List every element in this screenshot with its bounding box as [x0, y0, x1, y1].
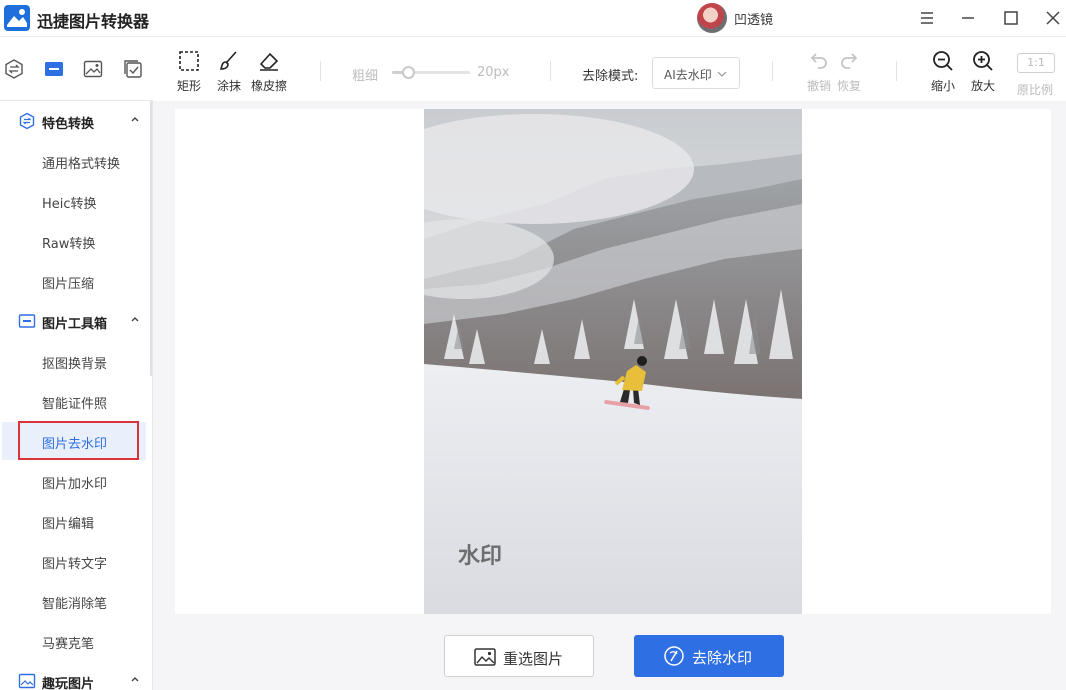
- zoom-out-icon: [933, 51, 953, 71]
- brush-size-label: 粗细: [352, 69, 379, 84]
- sidebar-item-label: Raw转换: [42, 237, 96, 252]
- image-reselect-icon: [474, 648, 496, 666]
- section-special-convert[interactable]: 特色转换: [0, 101, 150, 141]
- chevron-up-icon: [131, 317, 139, 322]
- toolbox-icon: [18, 314, 36, 328]
- brush-size-value: 20px: [477, 65, 510, 80]
- toolbar: 矩形 涂抹 橡皮擦 粗细 20px 去除模式: AI去水印 撤销 恢复 缩小 放…: [153, 37, 1066, 101]
- zoom-in-icon: [973, 51, 993, 71]
- redo-icon: [841, 53, 858, 69]
- maximize-icon[interactable]: [999, 6, 1023, 30]
- sidebar-item-image-to-text[interactable]: 图片转文字: [0, 541, 150, 581]
- section-label: 趣玩图片: [42, 677, 95, 690]
- sidebar-item-remove-watermark[interactable]: 图片去水印: [0, 421, 150, 461]
- watermark-text: 水印: [458, 544, 503, 569]
- sidebar-item-mosaic[interactable]: 马赛克笔: [0, 621, 150, 661]
- zoom-in-label: 放大: [970, 79, 995, 93]
- sidebar-item-label: 抠图换背景: [42, 357, 108, 372]
- tool-eraser[interactable]: 橡皮擦: [249, 49, 289, 97]
- sidebar-item-label: 图片转文字: [42, 557, 108, 572]
- sidebar-item-label: 图片加水印: [42, 477, 108, 492]
- chevron-up-icon: [131, 677, 139, 682]
- sidebar-item-label: 通用格式转换: [42, 157, 121, 172]
- tool-label: 涂抹: [216, 79, 241, 93]
- zoom-out-label: 缩小: [930, 79, 955, 93]
- sidebar-item-image-edit[interactable]: 图片编辑: [0, 501, 150, 541]
- remove-watermark-button[interactable]: 去除水印: [634, 635, 784, 677]
- brush-icon: [219, 51, 237, 70]
- redo-button[interactable]: 恢复: [829, 49, 869, 97]
- minimize-icon[interactable]: [956, 6, 980, 30]
- convert-icon[interactable]: [3, 58, 25, 80]
- sidebar-item-label: 智能证件照: [42, 397, 108, 412]
- remove-watermark-icon: [664, 646, 684, 666]
- zoom-out-button[interactable]: 缩小: [923, 49, 963, 97]
- sidebar-item-label: 图片编辑: [42, 517, 95, 532]
- tool-brush[interactable]: 涂抹: [209, 49, 249, 97]
- undo-icon: [810, 53, 827, 69]
- toolbox-icon[interactable]: [43, 58, 65, 80]
- avatar[interactable]: [697, 3, 727, 33]
- chevron-up-icon: [131, 117, 139, 122]
- title-bar: 迅捷图片转换器 凹透镜: [0, 0, 1066, 37]
- tool-label: 橡皮擦: [250, 79, 287, 93]
- app-logo: [4, 5, 30, 31]
- original-ratio-label[interactable]: 原比例: [1017, 81, 1053, 98]
- app-title: 迅捷图片转换器: [37, 12, 150, 31]
- sidebar-item-add-watermark[interactable]: 图片加水印: [0, 461, 150, 501]
- sidebar-item-smart-eraser[interactable]: 智能消除笔: [0, 581, 150, 621]
- reselect-image-button[interactable]: 重选图片: [444, 635, 594, 677]
- toolbar-divider: [772, 61, 773, 81]
- sidebar-icon-row: [0, 37, 153, 101]
- sidebar-item-cutout[interactable]: 抠图换背景: [0, 341, 150, 381]
- close-icon[interactable]: [1041, 6, 1065, 30]
- mode-value: AI去水印: [664, 68, 712, 82]
- mode-label: 去除模式:: [582, 69, 639, 84]
- sidebar-item-label: 马赛克笔: [42, 637, 95, 652]
- redo-label: 恢复: [836, 79, 861, 93]
- menu-icon[interactable]: [915, 6, 939, 30]
- check-icon[interactable]: [122, 58, 144, 80]
- reselect-label: 重选图片: [503, 650, 564, 668]
- tool-rectangle[interactable]: 矩形: [169, 49, 209, 97]
- sidebar-item-id-photo[interactable]: 智能证件照: [0, 381, 150, 421]
- image-icon: [18, 673, 36, 689]
- zoom-in-button[interactable]: 放大: [963, 49, 1003, 97]
- section-image-toolbox[interactable]: 图片工具箱: [0, 301, 150, 341]
- image-icon[interactable]: [82, 58, 104, 80]
- section-label: 图片工具箱: [42, 317, 108, 332]
- toolbar-divider: [550, 61, 551, 81]
- original-ratio-icon[interactable]: 1:1: [1017, 53, 1055, 73]
- toolbar-divider: [320, 61, 321, 81]
- tool-label: 矩形: [176, 79, 201, 93]
- sidebar-item-general-format[interactable]: 通用格式转换: [0, 141, 150, 181]
- eraser-icon: [259, 52, 279, 71]
- mode-select[interactable]: AI去水印: [652, 57, 740, 89]
- sidebar-item-label: Heic转换: [42, 197, 97, 212]
- sidebar-item-label: 图片去水印: [42, 437, 108, 452]
- sidebar-item-heic[interactable]: Heic转换: [0, 181, 150, 221]
- slider-thumb[interactable]: [402, 66, 415, 79]
- remove-watermark-label: 去除水印: [692, 649, 753, 667]
- sidebar-item-raw[interactable]: Raw转换: [0, 221, 150, 261]
- brush-size-slider[interactable]: [392, 66, 470, 79]
- convert-icon: [19, 112, 35, 130]
- rectangle-select-icon: [179, 51, 199, 71]
- sidebar: 特色转换 通用格式转换 Heic转换 Raw转换 图片压缩 图片工具箱 抠图换背…: [0, 101, 153, 690]
- toolbar-divider: [896, 61, 897, 81]
- username[interactable]: 凹透镜: [734, 9, 773, 28]
- chevron-down-icon: [717, 71, 727, 77]
- sidebar-item-label: 图片压缩: [42, 277, 95, 292]
- section-label: 特色转换: [42, 117, 95, 132]
- sidebar-item-compress[interactable]: 图片压缩: [0, 261, 150, 301]
- section-fun-images[interactable]: 趣玩图片: [0, 661, 150, 690]
- sidebar-item-label: 智能消除笔: [42, 597, 108, 612]
